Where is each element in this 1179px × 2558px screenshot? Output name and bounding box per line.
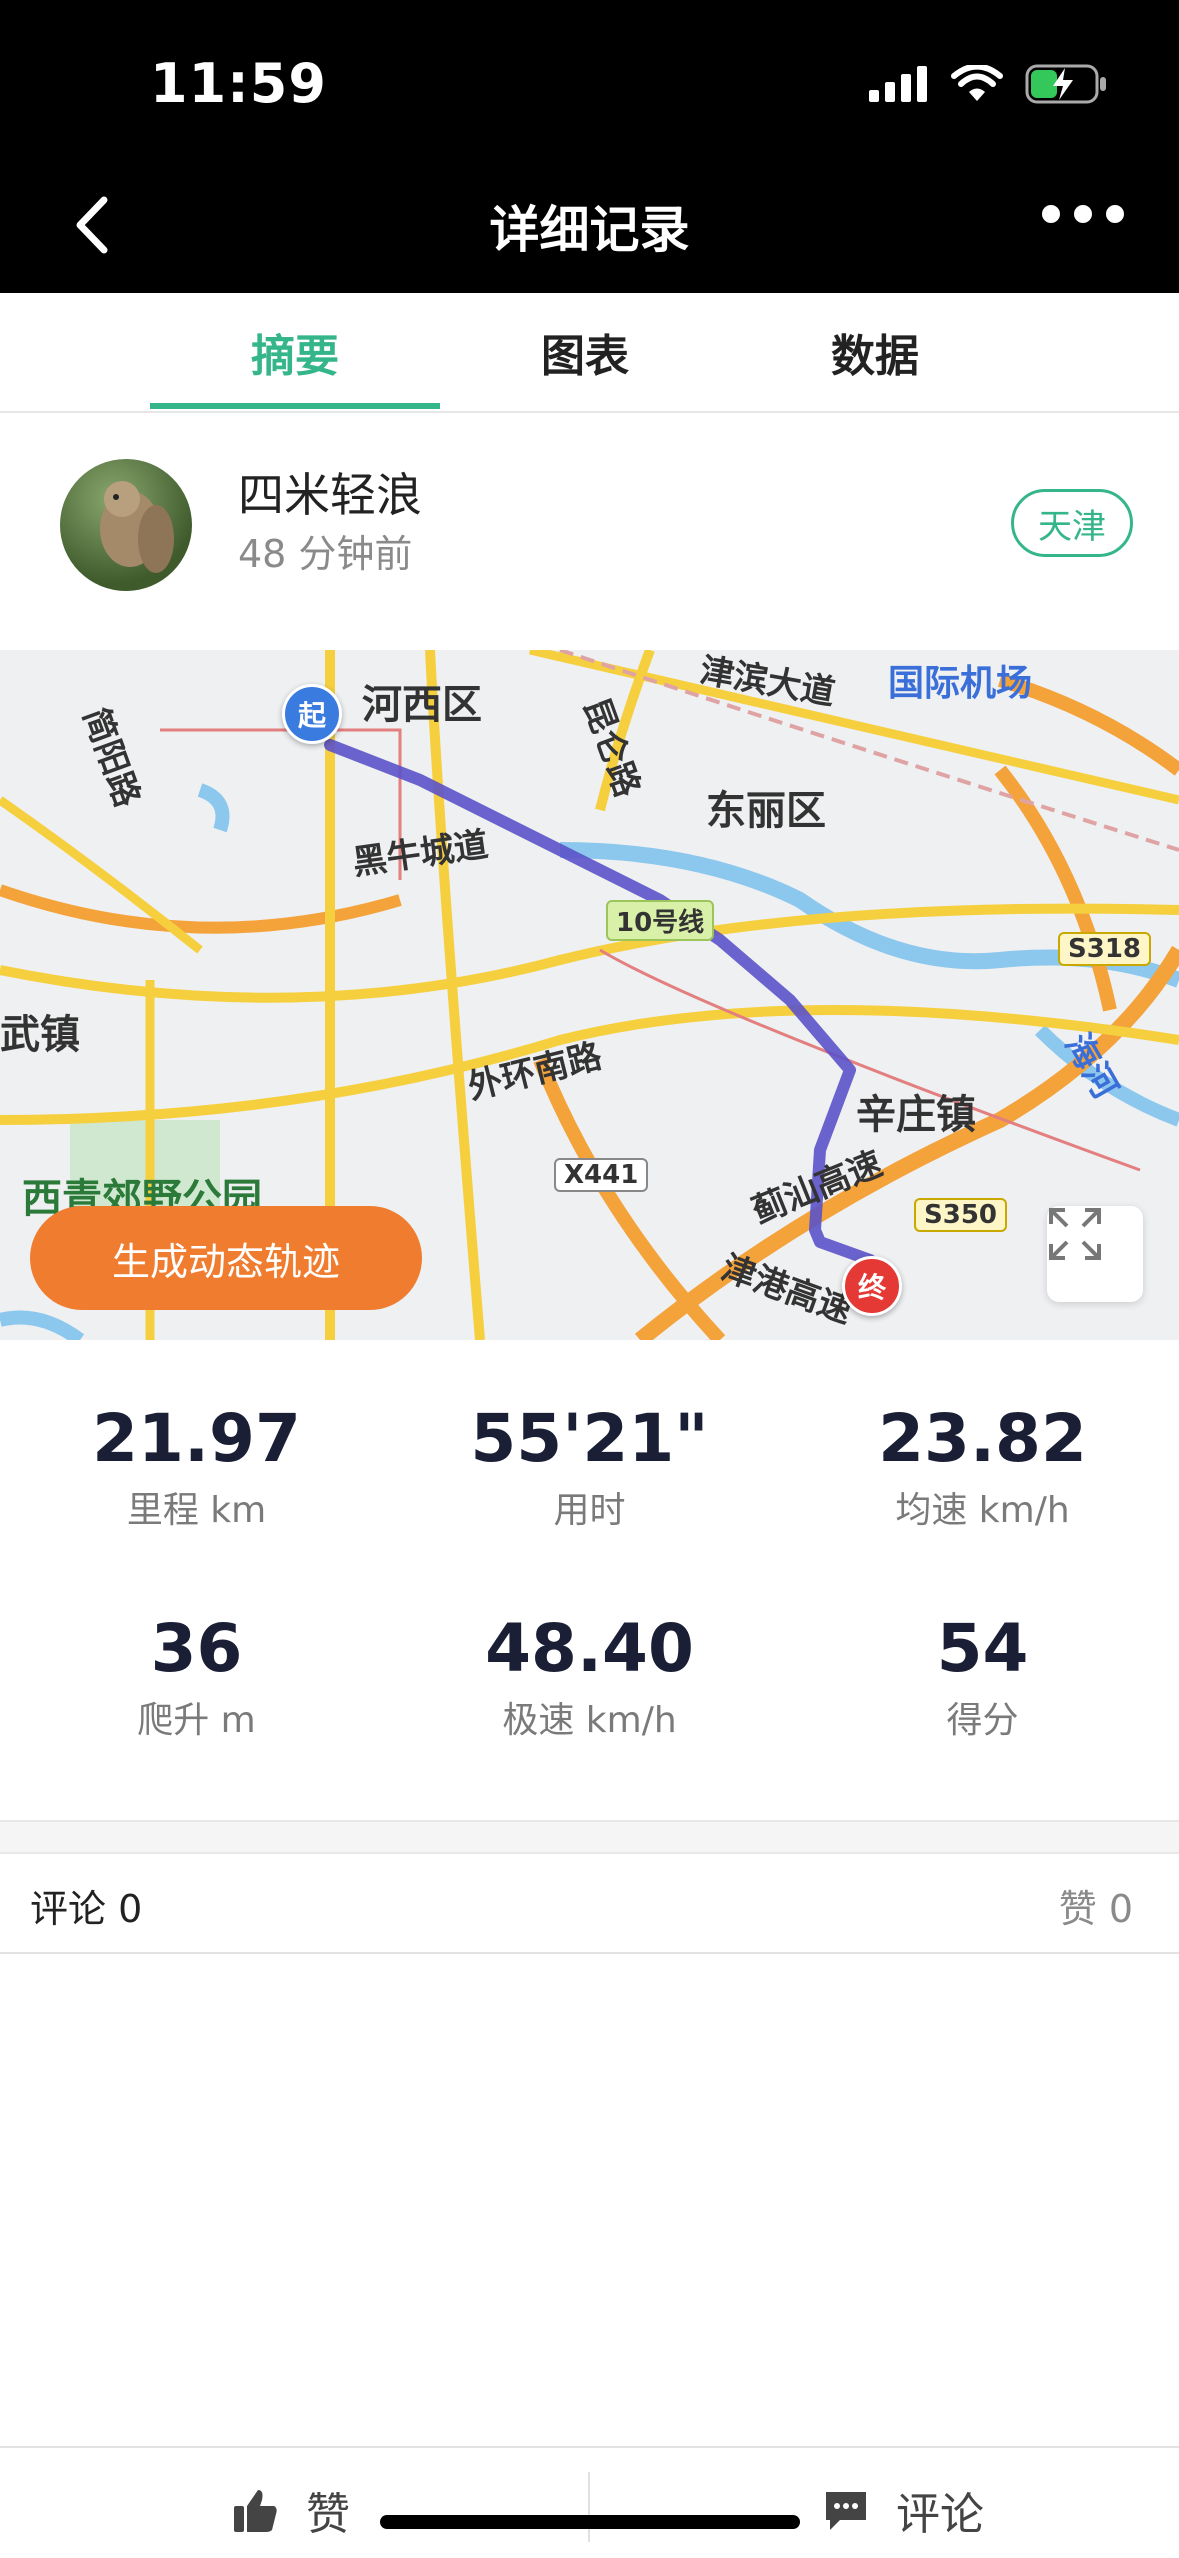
tab-data[interactable]: 数据 [730,293,1020,411]
thumbs-up-icon [234,2490,277,2532]
stat-max-speed: 48.40 极速 km/h [393,1610,786,1743]
end-marker: 终 [842,1256,902,1316]
stat-value: 36 [150,1610,243,1687]
start-marker: 起 [282,684,342,744]
wifi-icon [951,65,1003,101]
status-icons [869,64,1109,104]
stat-duration: 55'21" 用时 [393,1400,786,1533]
road-badge-x441: X441 [554,1158,649,1192]
stat-label: 爬升 m [137,1700,256,1741]
map-label-xinzhuang: 辛庄镇 [856,1092,976,1138]
like-button[interactable]: 赞 [232,2478,350,2542]
like-label: 赞 [306,2489,350,2540]
tab-charts[interactable]: 图表 [440,293,730,411]
stat-value: 55'21" [470,1400,709,1477]
username: 四米轻浪 [238,468,422,522]
page-title: 详细记录 [489,201,690,259]
status-time: 11:59 [150,52,327,115]
map-label-airport: 国际机场 [888,663,1033,704]
stat-value: 54 [936,1610,1029,1687]
top-bar: 11:59 详细记录 [0,0,1179,293]
avatar[interactable] [60,459,192,591]
route-map[interactable]: 河西区 东丽区 国际机场 辛庄镇 武镇 西青郊野公园 黑牛城道 外环南路 津滨大… [0,650,1179,1340]
map-label-hexi: 河西区 [362,682,482,728]
expand-map-button[interactable] [1047,1206,1143,1302]
stat-climb: 36 爬升 m [0,1610,393,1743]
tab-bar: 摘要 图表 数据 [0,293,1179,413]
stat-label: 里程 km [126,1490,267,1531]
comments-summary: 评论 0 赞 0 [0,1852,1179,1954]
stat-avg-speed: 23.82 均速 km/h [786,1400,1179,1533]
like-count[interactable]: 赞 0 [1059,1878,1133,1933]
stat-value: 48.40 [485,1610,694,1687]
comment-icon [826,2492,866,2530]
bottom-divider [588,2472,590,2542]
map-label-wuzhen: 武镇 [0,1012,80,1058]
tab-summary[interactable]: 摘要 [150,293,440,411]
stat-label: 得分 [946,1700,1019,1741]
road-badge-s318: S318 [1058,932,1151,966]
stat-distance: 21.97 里程 km [0,1400,393,1533]
map-label-dongli: 东丽区 [706,788,826,834]
comment-button[interactable]: 评论 [822,2478,984,2542]
road-badge-s350: S350 [914,1198,1007,1232]
generate-track-button[interactable]: 生成动态轨迹 [30,1206,422,1310]
user-header: 四米轻浪 48 分钟前 天津 [0,411,1179,651]
home-indicator [380,2515,800,2529]
comment-label: 评论 [896,2489,984,2540]
more-icon[interactable] [1042,205,1124,223]
signal-icon [869,66,927,102]
section-divider [0,1820,1179,1854]
battery-charging-icon [1025,64,1106,104]
stat-value: 23.82 [878,1400,1087,1477]
metro-badge-line10: 10号线 [606,900,715,941]
bottom-action-bar: 赞 评论 [0,2446,1179,2558]
stats-grid: 21.97 里程 km 55'21" 用时 23.82 均速 km/h 36 爬… [0,1340,1179,1820]
city-badge[interactable]: 天津 [1011,489,1133,557]
stat-score: 54 得分 [786,1610,1179,1743]
expand-icon [1049,1208,1101,1260]
time-ago: 48 分钟前 [238,532,413,576]
stat-value: 21.97 [92,1400,301,1477]
active-tab-indicator [150,403,440,409]
stat-label: 用时 [553,1490,626,1531]
comment-count[interactable]: 评论 0 [30,1878,142,1933]
stat-label: 均速 km/h [895,1490,1070,1531]
stat-label: 极速 km/h [502,1700,677,1741]
